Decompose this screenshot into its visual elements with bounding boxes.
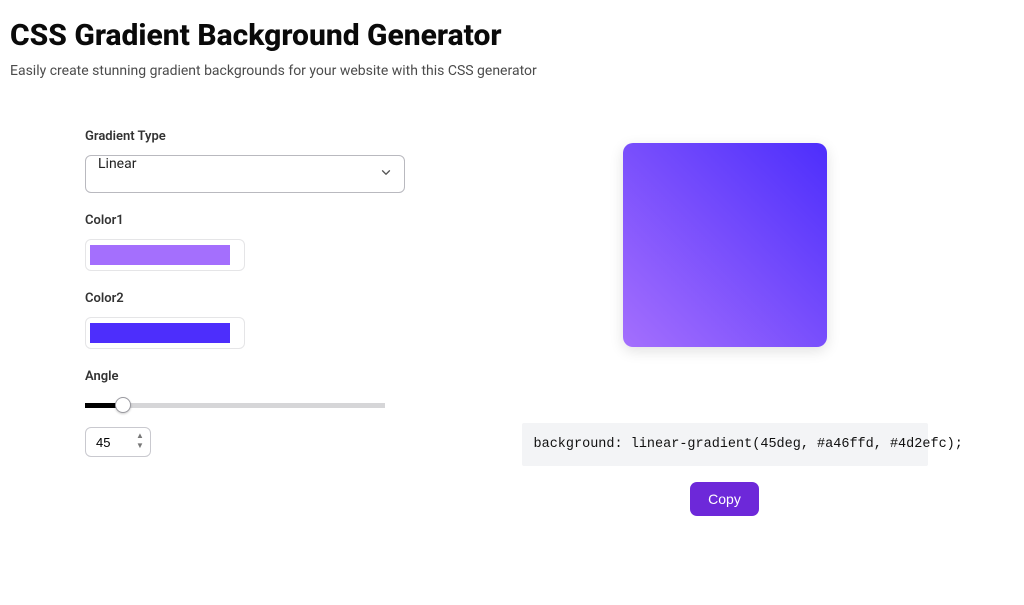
color1-input[interactable]	[85, 239, 245, 271]
css-output: background: linear-gradient(45deg, #a46f…	[522, 423, 928, 466]
color1-label: Color1	[85, 213, 415, 228]
preview-panel: background: linear-gradient(45deg, #a46f…	[455, 129, 994, 516]
angle-step-down-icon[interactable]: ▼	[134, 441, 146, 451]
angle-slider-thumb[interactable]	[115, 397, 131, 413]
color2-swatch	[90, 323, 230, 343]
color2-input[interactable]	[85, 317, 245, 349]
color1-swatch	[90, 245, 230, 265]
gradient-preview	[623, 143, 827, 347]
gradient-type-select[interactable]: Linear	[85, 155, 405, 193]
page-subtitle: Easily create stunning gradient backgrou…	[10, 63, 1014, 79]
copy-button[interactable]: Copy	[690, 482, 759, 516]
angle-number-field[interactable]	[86, 435, 126, 450]
angle-step-up-icon[interactable]: ▲	[134, 431, 146, 441]
gradient-type-label: Gradient Type	[85, 129, 415, 144]
angle-number-input[interactable]: ▲ ▼	[85, 427, 151, 457]
page-title: CSS Gradient Background Generator	[10, 18, 1014, 53]
color2-label: Color2	[85, 291, 415, 306]
angle-label: Angle	[85, 369, 415, 384]
controls-panel: Gradient Type Linear Color1 Color2 Angle…	[85, 129, 415, 516]
angle-slider[interactable]	[85, 395, 405, 415]
